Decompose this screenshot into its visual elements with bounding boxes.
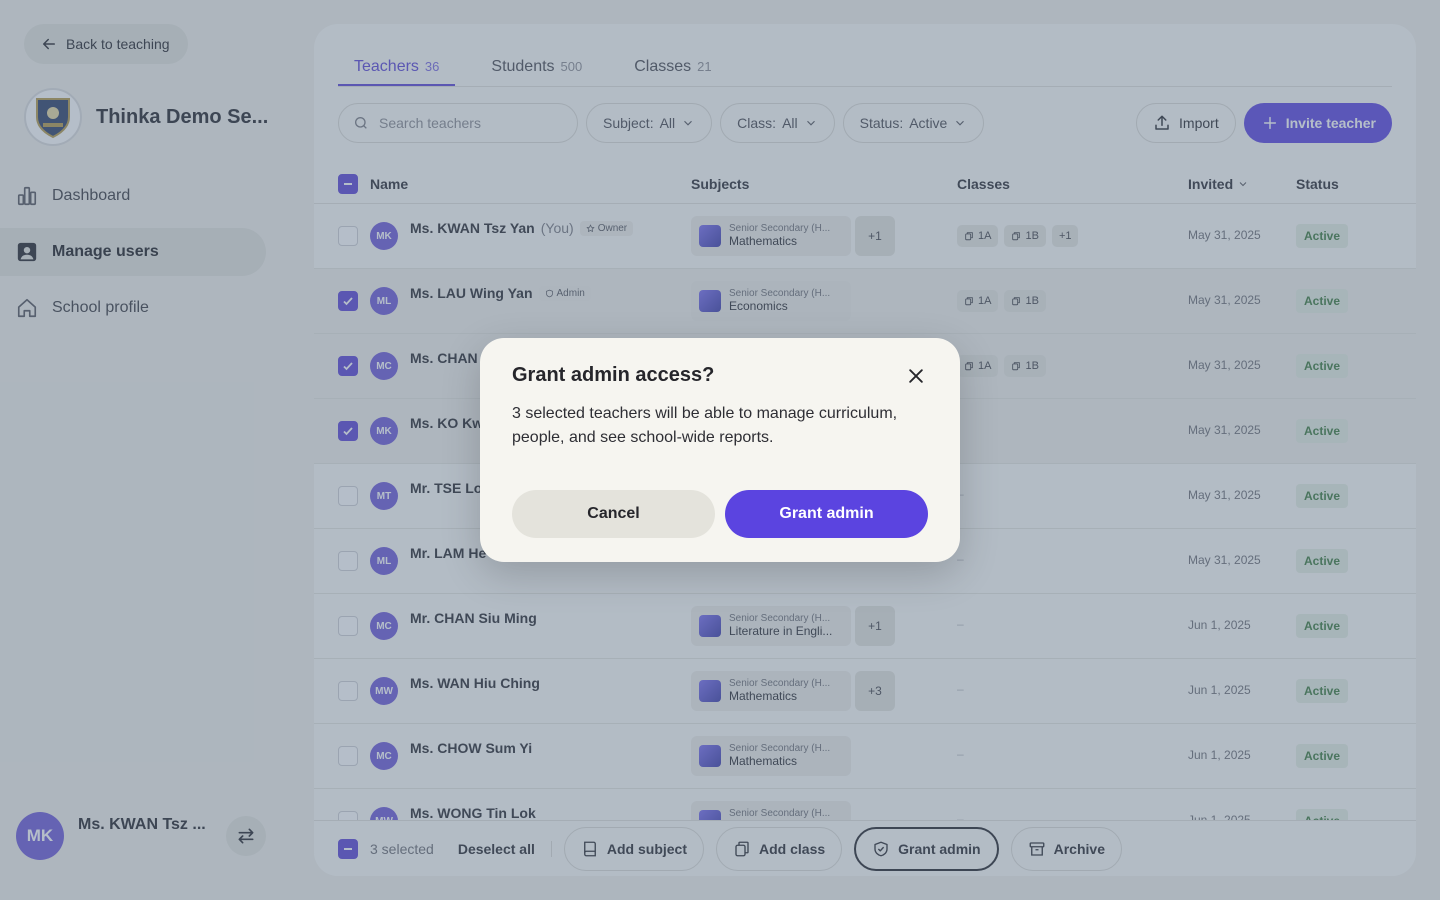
grant-admin-dialog: Grant admin access? 3 selected teachers …: [480, 338, 960, 562]
close-icon: [909, 369, 923, 383]
dialog-message: 3 selected teachers will be able to mana…: [512, 405, 898, 446]
cancel-button[interactable]: Cancel: [512, 490, 715, 538]
close-button[interactable]: [904, 364, 928, 388]
grant-admin-confirm-button[interactable]: Grant admin: [725, 490, 928, 538]
dialog-title: Grant admin access?: [512, 364, 715, 386]
